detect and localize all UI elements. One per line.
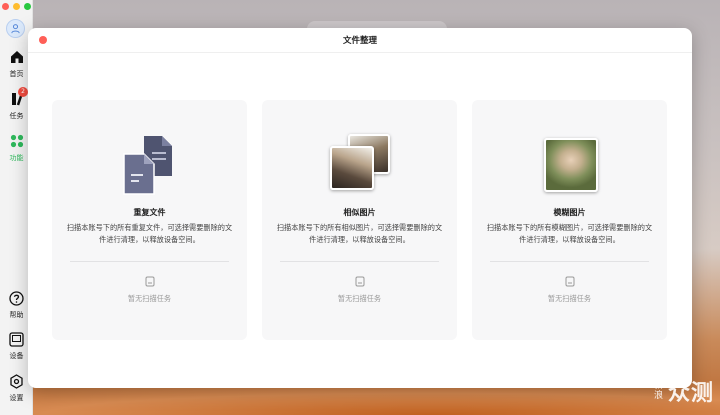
similar-images-icon	[328, 132, 392, 196]
watermark-big: 众测	[667, 381, 714, 406]
traffic-lights	[2, 3, 31, 10]
user-icon	[11, 24, 20, 34]
card-description: 扫描本账号下的所有相似图片，可选择需要删除的文件进行清理，以释放设备空间。	[276, 223, 443, 244]
duplicate-files-card[interactable]: 重复文件 扫描本账号下的所有重复文件，可选择需要删除的文件进行清理，以释放设备空…	[52, 100, 247, 340]
features-icon	[10, 134, 23, 148]
scan-status: 暂无扫描任务	[547, 294, 592, 303]
duplicate-files-icon	[122, 136, 172, 195]
watermark-small-bottom: 浪	[653, 391, 664, 401]
title-divider	[28, 52, 692, 53]
minimize-window-button[interactable]	[13, 3, 20, 10]
blurry-images-card[interactable]: 模糊图片 扫描本账号下的所有模糊图片，可选择需要删除的文件进行清理，以释放设备空…	[472, 100, 667, 340]
help-icon	[9, 291, 24, 306]
card-divider	[490, 261, 649, 262]
scan-status: 暂无扫描任务	[337, 294, 382, 303]
no-task-icon	[145, 276, 154, 287]
card-description: 扫描本账号下的所有模糊图片，可选择需要删除的文件进行清理，以释放设备空间。	[486, 223, 653, 244]
scan-status: 暂无扫描任务	[127, 294, 172, 303]
card-description: 扫描本账号下的所有重复文件，可选择需要删除的文件进行清理，以释放设备空间。	[66, 223, 233, 244]
home-icon	[10, 51, 23, 63]
task-count-badge: 2	[18, 87, 28, 97]
no-task-icon	[355, 276, 364, 287]
sidebar-item-label: 设置	[9, 394, 24, 402]
watermark-small-top: 新	[653, 381, 664, 391]
card-title: 重复文件	[133, 208, 166, 217]
card-title: 相似图片	[343, 208, 376, 217]
close-window-button[interactable]	[2, 3, 9, 10]
blurry-image-icon	[538, 132, 602, 196]
zoom-window-button[interactable]	[24, 3, 31, 10]
card-divider	[280, 261, 439, 262]
no-task-icon	[565, 276, 574, 287]
file-organize-window: 文件整理 重复文件 扫描本账号下的所有重复文件，可选择需要删除的文件进行清理，以…	[28, 28, 692, 388]
watermark: 新 浪 众测	[654, 375, 714, 407]
avatar[interactable]	[6, 19, 25, 38]
card-title: 模糊图片	[553, 208, 586, 217]
device-icon	[9, 332, 24, 347]
similar-images-card[interactable]: 相似图片 扫描本账号下的所有相似图片，可选择需要删除的文件进行清理，以释放设备空…	[262, 100, 457, 340]
card-divider	[70, 261, 229, 262]
settings-icon	[10, 374, 23, 389]
window-title: 文件整理	[342, 36, 377, 46]
